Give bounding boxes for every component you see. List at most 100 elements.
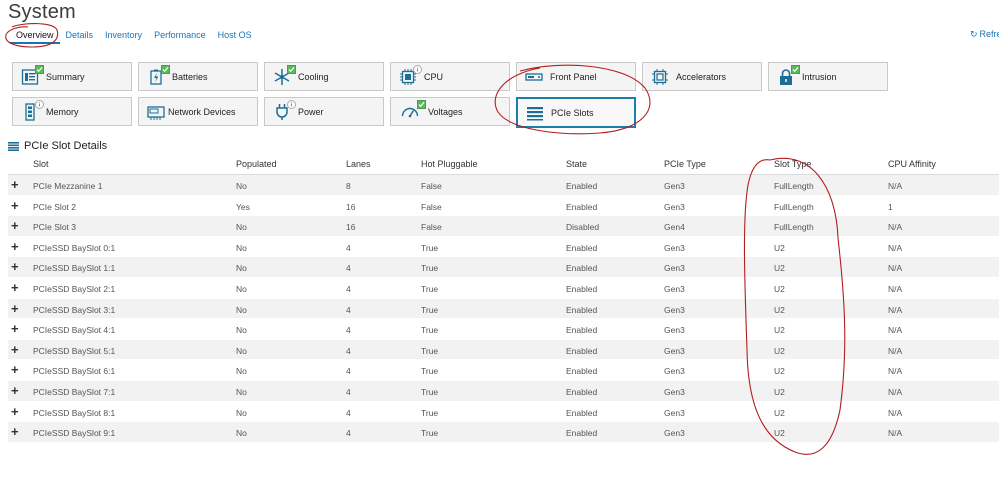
expand-row-icon[interactable]: + bbox=[11, 240, 19, 253]
cell-slot-type: U2 bbox=[774, 345, 785, 356]
tile-label: Intrusion bbox=[802, 71, 837, 82]
status-ok-icon bbox=[287, 64, 296, 74]
cell-state: Enabled bbox=[566, 428, 598, 439]
tile-network-devices[interactable]: Network Devices bbox=[138, 97, 258, 126]
tile-accelerators[interactable]: Accelerators bbox=[642, 62, 762, 91]
tile-label: Summary bbox=[46, 71, 85, 82]
section-title: PCIe Slot Details bbox=[24, 140, 108, 152]
tile-pcie-slots[interactable]: PCIe Slots bbox=[516, 97, 636, 128]
cell-pcie-type: Gen3 bbox=[664, 201, 685, 212]
expand-row-icon[interactable]: + bbox=[11, 302, 19, 315]
refresh-button[interactable]: ↻Refre bbox=[970, 29, 999, 40]
network-card-icon bbox=[147, 103, 165, 121]
cell-slot-type: U2 bbox=[774, 263, 785, 274]
expand-row-icon[interactable]: + bbox=[11, 260, 19, 273]
cell-slot: PCIe Mezzanine 1 bbox=[33, 181, 103, 191]
table-row[interactable]: + PCIeSSD BaySlot 8:1 No 4 True Enabled Gen3 U2… bbox=[8, 401, 999, 423]
expand-row-icon[interactable]: + bbox=[11, 363, 19, 376]
expand-row-icon[interactable]: + bbox=[11, 384, 19, 397]
cell-pcie-type: Gen4 bbox=[664, 222, 685, 233]
tab-performance[interactable]: Performance bbox=[148, 28, 212, 44]
column-header-populated[interactable]: Populated bbox=[236, 159, 277, 169]
cell-lanes: 4 bbox=[346, 428, 351, 439]
column-header-hot-pluggable[interactable]: Hot Pluggable bbox=[421, 159, 478, 169]
table-row[interactable]: + PCIe Mezzanine 1 No 8 False Enabled Gen3 Full… bbox=[8, 175, 999, 196]
expand-row-icon[interactable]: + bbox=[11, 281, 19, 294]
expand-row-icon[interactable]: + bbox=[11, 322, 19, 335]
cell-state: Enabled bbox=[566, 263, 598, 274]
tab-inventory[interactable]: Inventory bbox=[99, 28, 148, 44]
table-row[interactable]: + PCIeSSD BaySlot 0:1 No 4 True Enabled Gen3 U2… bbox=[8, 236, 999, 258]
cell-pcie-type: Gen3 bbox=[664, 325, 685, 336]
cell-populated: No bbox=[236, 263, 247, 274]
cell-pcie-type: Gen3 bbox=[664, 181, 685, 191]
page-title: System bbox=[8, 1, 76, 23]
table-row[interactable]: + PCIeSSD BaySlot 2:1 No 4 True Enabled Gen3 U2… bbox=[8, 277, 999, 299]
table-row[interactable]: + PCIeSSD BaySlot 9:1 No 4 True Enabled Gen3 U2… bbox=[8, 422, 999, 443]
cell-hot-pluggable: False bbox=[421, 181, 442, 191]
table-row[interactable]: + PCIeSSD BaySlot 4:1 No 4 True Enabled Gen3 U2… bbox=[8, 319, 999, 340]
tile-label: CPU bbox=[424, 71, 444, 82]
table-row[interactable]: + PCIe Slot 2 Yes 16 False Enabled Gen3 FullLen… bbox=[8, 195, 999, 217]
front-panel-icon bbox=[525, 68, 543, 86]
tile-batteries[interactable]: Batteries bbox=[138, 62, 258, 91]
cell-state: Enabled bbox=[566, 181, 598, 191]
expand-row-icon[interactable]: + bbox=[11, 405, 19, 418]
status-ok-icon bbox=[35, 64, 44, 74]
cell-populated: No bbox=[236, 386, 247, 397]
table-row[interactable]: + PCIeSSD BaySlot 7:1 No 4 True Enabled Gen3 U2… bbox=[8, 380, 999, 402]
tab-host-os[interactable]: Host OS bbox=[212, 28, 258, 44]
cell-pcie-type: Gen3 bbox=[664, 366, 685, 377]
tile-voltages[interactable]: Voltages bbox=[390, 97, 510, 126]
cell-cpu-affinity: N/A bbox=[888, 304, 903, 315]
column-header-slot[interactable]: Slot bbox=[33, 159, 49, 169]
cell-populated: No bbox=[236, 325, 247, 336]
column-header-lanes[interactable]: Lanes bbox=[346, 159, 371, 169]
cell-lanes: 4 bbox=[346, 325, 351, 336]
expand-row-icon[interactable]: + bbox=[11, 199, 19, 212]
tile-front-panel[interactable]: Front Panel bbox=[516, 62, 636, 91]
tile-cpu[interactable]: CPU bbox=[390, 62, 510, 91]
cell-slot: PCIeSSD BaySlot 9:1 bbox=[33, 428, 116, 439]
column-header-pcie-type[interactable]: PCIe Type bbox=[664, 159, 706, 169]
lock-icon bbox=[777, 64, 800, 86]
tile-cooling[interactable]: Cooling bbox=[264, 62, 384, 91]
cell-state: Enabled bbox=[566, 201, 598, 212]
tile-memory[interactable]: Memory bbox=[12, 97, 132, 126]
expand-row-icon[interactable]: + bbox=[11, 425, 19, 438]
cell-lanes: 4 bbox=[346, 407, 351, 418]
tile-power[interactable]: Power bbox=[264, 97, 384, 126]
table-row[interactable]: + PCIeSSD BaySlot 5:1 No 4 True Enabled Gen3 U2… bbox=[8, 339, 999, 361]
tab-details[interactable]: Details bbox=[60, 28, 100, 44]
tile-summary[interactable]: Summary bbox=[12, 62, 132, 91]
expand-row-icon[interactable]: + bbox=[11, 178, 19, 191]
column-header-slot-type[interactable]: Slot Type bbox=[774, 159, 811, 169]
expand-row-icon[interactable]: + bbox=[11, 343, 19, 356]
cell-state: Enabled bbox=[566, 242, 598, 253]
tile-intrusion[interactable]: Intrusion bbox=[768, 62, 888, 91]
table-row[interactable]: + PCIeSSD BaySlot 1:1 No 4 True Enabled Gen3 U2… bbox=[8, 257, 999, 278]
cell-hot-pluggable: True bbox=[421, 407, 439, 418]
cell-state: Enabled bbox=[566, 283, 598, 294]
cell-populated: No bbox=[236, 304, 247, 315]
tile-label: Cooling bbox=[298, 71, 329, 82]
cell-populated: No bbox=[236, 428, 247, 439]
cell-slot: PCIeSSD BaySlot 5:1 bbox=[33, 345, 116, 356]
cell-hot-pluggable: True bbox=[421, 304, 439, 315]
table-row[interactable]: + PCIe Slot 3 No 16 False Disabled Gen4 FullLen… bbox=[8, 216, 999, 237]
table-row[interactable]: + PCIeSSD BaySlot 3:1 No 4 True Enabled Gen3 U2… bbox=[8, 298, 999, 320]
summary-icon bbox=[21, 64, 44, 86]
column-header-state[interactable]: State bbox=[566, 159, 587, 169]
table-row[interactable]: + PCIeSSD BaySlot 6:1 No 4 True Enabled Gen3 U2… bbox=[8, 360, 999, 381]
cell-hot-pluggable: False bbox=[421, 201, 442, 212]
expand-row-icon[interactable]: + bbox=[11, 219, 19, 232]
cell-pcie-type: Gen3 bbox=[664, 283, 685, 294]
cell-populated: No bbox=[236, 366, 247, 377]
cell-hot-pluggable: True bbox=[421, 366, 439, 377]
cell-pcie-type: Gen3 bbox=[664, 407, 685, 418]
tab-overview[interactable]: Overview bbox=[10, 28, 60, 44]
cell-cpu-affinity: N/A bbox=[888, 263, 903, 274]
column-header-cpu-affinity[interactable]: CPU Affinity bbox=[888, 159, 936, 169]
cell-pcie-type: Gen3 bbox=[664, 428, 685, 439]
cell-hot-pluggable: True bbox=[421, 428, 439, 439]
